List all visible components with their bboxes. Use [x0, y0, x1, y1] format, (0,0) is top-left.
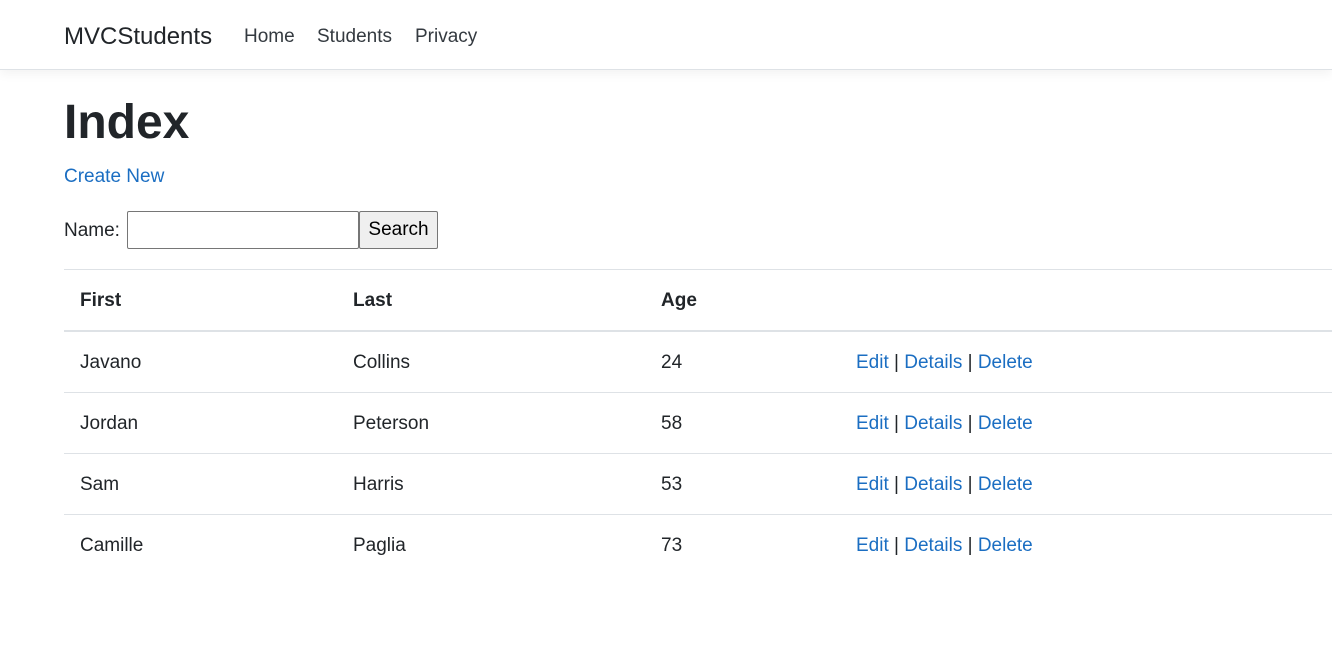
row-divider [64, 514, 1332, 515]
nav-link-privacy[interactable]: Privacy [415, 24, 477, 50]
details-link[interactable]: Details [904, 352, 962, 373]
cell-age: 73 [661, 535, 683, 556]
row-divider [64, 392, 1332, 393]
details-link[interactable]: Details [904, 535, 962, 556]
name-search-input[interactable] [127, 211, 359, 249]
edit-link[interactable]: Edit [856, 352, 889, 373]
delete-link[interactable]: Delete [978, 352, 1033, 373]
row-actions: Edit | Details | Delete [856, 411, 1033, 437]
separator: | [894, 352, 899, 373]
separator: | [967, 474, 973, 495]
separator: | [894, 474, 899, 495]
cell-age: 24 [661, 352, 683, 373]
header-bottom-border [64, 330, 1332, 332]
cell-last: Collins [353, 352, 411, 373]
cell-age: 53 [661, 474, 683, 495]
header-age: Age [661, 290, 697, 311]
edit-link[interactable]: Edit [856, 413, 889, 434]
table-top-border [64, 269, 1332, 270]
row-actions: Edit | Details | Delete [856, 472, 1033, 498]
nav-link-home[interactable]: Home [244, 24, 295, 50]
search-label: Name: [64, 220, 120, 241]
cell-first: Camille [80, 535, 144, 556]
separator: | [967, 352, 973, 373]
separator: | [894, 535, 899, 556]
cell-first: Jordan [80, 413, 139, 434]
brand-link[interactable]: MVCStudents [64, 22, 212, 52]
row-actions: Edit | Details | Delete [856, 350, 1033, 376]
delete-link[interactable]: Delete [978, 413, 1033, 434]
cell-last: Paglia [353, 535, 406, 556]
header-first: First [80, 290, 122, 311]
create-new-link[interactable]: Create New [64, 164, 164, 190]
separator: | [894, 413, 899, 434]
separator: | [967, 413, 973, 434]
delete-link[interactable]: Delete [978, 535, 1033, 556]
navbar: MVCStudents Home Students Privacy [0, 0, 1332, 70]
cell-last: Peterson [353, 413, 430, 434]
row-divider [64, 453, 1332, 454]
details-link[interactable]: Details [904, 474, 962, 495]
search-button[interactable]: Search [359, 211, 438, 249]
header-last: Last [353, 290, 393, 311]
cell-last: Harris [353, 474, 404, 495]
delete-link[interactable]: Delete [978, 474, 1033, 495]
cell-first: Sam [80, 474, 120, 495]
edit-link[interactable]: Edit [856, 535, 889, 556]
edit-link[interactable]: Edit [856, 474, 889, 495]
cell-first: Javano [80, 352, 142, 373]
nav-link-students[interactable]: Students [317, 24, 392, 50]
separator: | [967, 535, 973, 556]
row-actions: Edit | Details | Delete [856, 533, 1033, 559]
details-link[interactable]: Details [904, 413, 962, 434]
cell-age: 58 [661, 413, 683, 434]
page-title: Index [64, 96, 190, 149]
